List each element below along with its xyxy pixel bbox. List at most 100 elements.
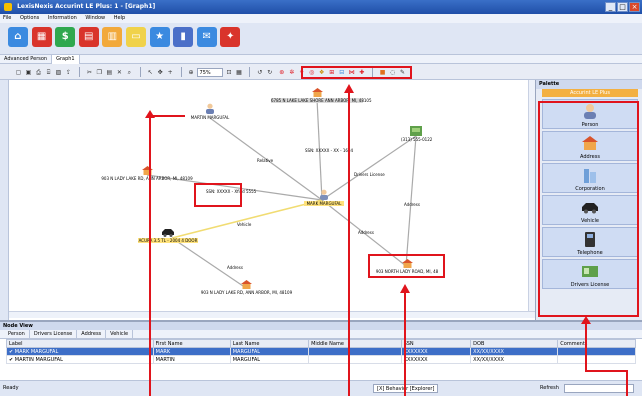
column-header[interactable]: Middle Name xyxy=(308,339,402,348)
person-node[interactable]: MARTIN MARGUFAL xyxy=(187,103,233,120)
edge-label: Address xyxy=(227,265,243,270)
status-text: Ready xyxy=(3,385,19,391)
canvas-vertical-scrollbar[interactable] xyxy=(528,80,535,311)
find-icon[interactable]: ⌕ xyxy=(125,68,134,77)
person-icon xyxy=(206,103,214,114)
node-label: 903 N LADY LAKE RD, ANN ARBOR, MI, 48109 xyxy=(101,176,193,181)
pan-icon[interactable]: ✥ xyxy=(156,68,165,77)
cell-comments xyxy=(557,355,636,364)
node-table: Label First Name Last Name Middle Name S… xyxy=(6,339,636,364)
edge-line xyxy=(405,135,417,267)
node-label: MARK MARGUFAL xyxy=(304,201,344,206)
cell-first-name: MARK xyxy=(152,347,231,356)
pointer-icon[interactable]: ↖ xyxy=(146,68,155,77)
person-icon xyxy=(320,189,328,200)
cell-dob: XX/XX/XXXX xyxy=(470,347,559,356)
palette-title: Palette xyxy=(536,80,642,89)
calendar-button[interactable]: ▦ xyxy=(31,27,52,47)
copy-icon[interactable]: ❐ xyxy=(95,68,104,77)
hub-icon[interactable]: ✲ xyxy=(287,68,296,77)
image-icon[interactable]: ▨ xyxy=(54,68,63,77)
zoom-select[interactable]: 75% xyxy=(196,67,223,77)
mail-button[interactable]: ✉ xyxy=(196,27,217,47)
address-node-highlight xyxy=(368,254,445,278)
building-button[interactable]: ▥ xyxy=(102,27,123,47)
menu-file[interactable]: File xyxy=(3,15,11,21)
left-dock-strip xyxy=(0,80,9,320)
close-button[interactable]: × xyxy=(629,2,640,12)
node-view-title: Node View xyxy=(0,322,642,330)
dollar-button[interactable]: $ xyxy=(55,27,76,47)
app-icon xyxy=(4,2,12,11)
tab-drivers-license[interactable]: Drivers License xyxy=(30,330,78,339)
tab-advanced-person[interactable]: Advanced Person xyxy=(0,55,53,64)
undo-icon[interactable]: ↺ xyxy=(255,68,264,77)
node-label: 903 N LADY LAKE RD, ANN ARBOR, MI, 48109 xyxy=(200,290,293,295)
tab-graph1[interactable]: Graph1 xyxy=(52,55,80,64)
column-header[interactable]: First Name xyxy=(152,339,231,348)
column-header[interactable]: SSN xyxy=(400,339,472,348)
graph-button[interactable]: ✦ xyxy=(220,27,241,47)
node-view-panel: Node View Person Drivers License Address Ve… xyxy=(0,320,642,380)
delete-icon[interactable]: ✕ xyxy=(115,68,124,77)
menu-window[interactable]: Window xyxy=(85,15,105,21)
menu-help[interactable]: Help xyxy=(114,15,125,21)
report-button[interactable]: ▤ xyxy=(78,27,99,47)
edge-label: Relative xyxy=(257,158,274,163)
column-header[interactable]: Comments xyxy=(557,339,636,348)
car-icon xyxy=(162,229,174,237)
export-icon[interactable]: ⇪ xyxy=(64,68,73,77)
cell-last-name: MARGUFAL xyxy=(229,347,310,356)
cell-dob: XX/XX/XXXX xyxy=(470,355,559,364)
cell-ssn: XXXXXXX xyxy=(400,355,472,364)
menu-options[interactable]: Options xyxy=(20,15,39,21)
redo-icon[interactable]: ↻ xyxy=(265,68,274,77)
node-label: MARTIN MARGUFAL xyxy=(190,115,230,120)
tab-vehicle[interactable]: Vehicle xyxy=(106,330,134,339)
document-tabs: Advanced Person Graph1 xyxy=(0,55,642,64)
grid-icon[interactable]: ▦ xyxy=(234,68,243,77)
link-icon[interactable]: ⊛ xyxy=(277,68,286,77)
tab-address[interactable]: Address xyxy=(77,330,107,339)
star-button[interactable]: ★ xyxy=(149,27,170,47)
column-header[interactable]: Last Name xyxy=(229,339,310,348)
zoom-icon[interactable]: ⊕ xyxy=(187,68,196,77)
house-icon xyxy=(241,280,252,289)
tab-person[interactable]: Person xyxy=(4,330,30,339)
canvas-horizontal-scrollbar[interactable] xyxy=(9,311,535,318)
home-button[interactable]: ⌂ xyxy=(8,27,28,47)
title-bar: LexisNexis Accurint LE Plus: 1 - [Graph1… xyxy=(0,0,642,14)
node-view-tabs: Person Drivers License Address Vehicle xyxy=(0,330,642,339)
print-icon[interactable]: ⎙ xyxy=(34,68,43,77)
fit-icon[interactable]: ⊡ xyxy=(224,68,233,77)
add-icon[interactable]: + xyxy=(166,68,175,77)
column-header[interactable]: DOB xyxy=(470,339,559,348)
table-row[interactable]: ✔ MARTIN MARGUFAL MARTIN MARGUFAL XXXXXX… xyxy=(6,355,636,364)
address-node[interactable]: 903 N LADY LAKE RD, ANN ARBOR, MI, 48109 xyxy=(101,166,193,181)
cell-last-name: MARGUFAL xyxy=(229,355,310,364)
minimize-button[interactable]: _ xyxy=(605,2,616,12)
chart-button[interactable]: ▮ xyxy=(173,27,194,47)
table-row[interactable]: ✔ MARK MARGUFAL MARK MARGUFAL XXXXXXX XX… xyxy=(6,347,636,356)
layout-icon[interactable]: ⌸ xyxy=(44,68,53,77)
refresh-field[interactable] xyxy=(564,384,634,393)
folder-button[interactable]: ▭ xyxy=(125,27,146,47)
vehicle-node[interactable]: ACURA 3.5 TL - 2004 4 DOOR xyxy=(138,228,198,243)
new-icon[interactable]: ▢ xyxy=(14,68,23,77)
center-person-node[interactable]: MARK MARGUFAL xyxy=(304,189,344,206)
link-analysis-graph[interactable]: Relative SSN: XXXXX - XX - 1604 Drivers … xyxy=(9,80,535,320)
address-node[interactable]: 903 N LADY LAKE RD, ANN ARBOR, MI, 48109 xyxy=(199,280,294,295)
person-node-highlight xyxy=(194,183,242,207)
menu-information[interactable]: Information xyxy=(48,15,77,21)
phone-node[interactable]: (313) 555-0122 xyxy=(401,126,432,142)
house-icon xyxy=(311,88,323,97)
column-header[interactable]: Label xyxy=(6,339,154,348)
cell-middle-name xyxy=(308,347,402,356)
cell-label: ✔ MARK MARGUFAL xyxy=(6,347,154,356)
paste-icon[interactable]: ▤ xyxy=(105,68,114,77)
main-toolbar: ⌂ ▦ $ ▤ ▥ ▭ ★ ▮ ✉ ✦ xyxy=(0,23,642,55)
maximize-button[interactable]: □ xyxy=(617,2,628,12)
edge-label: Vehicle xyxy=(237,222,252,227)
cut-icon[interactable]: ✂ xyxy=(85,68,94,77)
save-icon[interactable]: ▣ xyxy=(24,68,33,77)
